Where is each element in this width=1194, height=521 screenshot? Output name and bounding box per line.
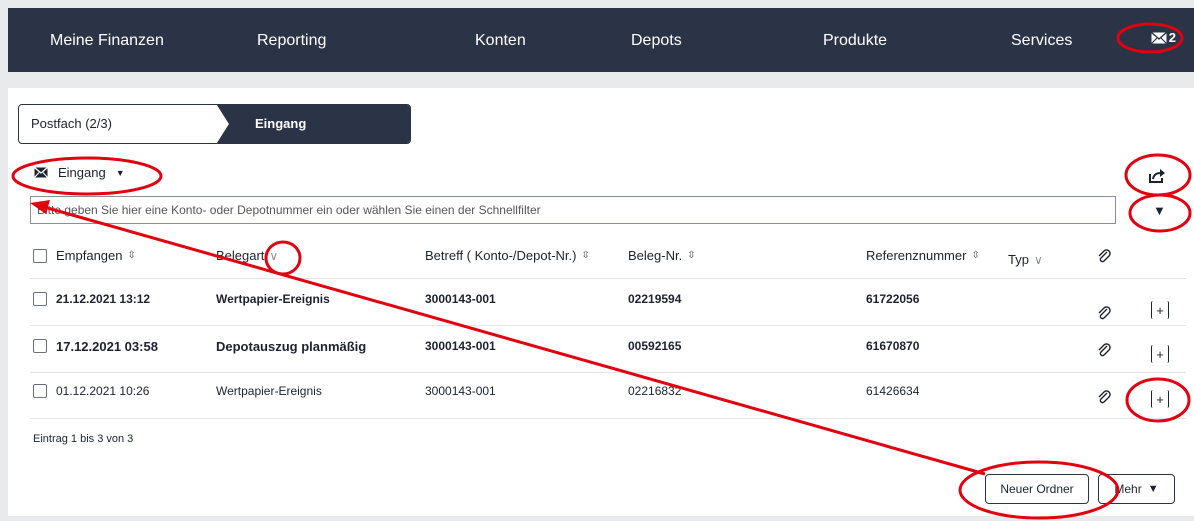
cell-beleg-nr: 02219594 [628, 292, 682, 306]
cell-belegart: Wertpapier-Ereignis [216, 384, 322, 398]
cell-referenz: 61670870 [866, 339, 920, 353]
row-checkbox[interactable] [33, 384, 47, 398]
quickfilter-toggle-icon[interactable]: ▼ [1153, 203, 1166, 218]
row-divider [30, 418, 1186, 419]
expand-row-button[interactable]: + [1151, 345, 1169, 363]
folder-label: Eingang [58, 165, 106, 180]
breadcrumb-postfach[interactable]: Postfach (2/3) [19, 105, 219, 143]
mailbox-button[interactable]: 2 [1150, 30, 1176, 45]
row-checkbox[interactable] [33, 292, 47, 306]
sort-icon: ⇳ [687, 250, 696, 261]
new-folder-button[interactable]: Neuer Ordner [985, 474, 1089, 504]
sort-icon: ⇳ [581, 250, 590, 261]
paperclip-icon [1098, 249, 1111, 263]
header-typ[interactable]: Typ ∨ [1008, 252, 1043, 267]
cell-beleg-nr: 00592165 [628, 339, 682, 353]
row-divider [30, 372, 1186, 373]
header-referenz[interactable]: Referenznummer ⇳ [866, 248, 980, 263]
header-beleg-nr[interactable]: Beleg-Nr. ⇳ [628, 248, 696, 263]
nav-services[interactable]: Services [1011, 32, 1072, 50]
breadcrumb-eingang: Eingang [209, 105, 410, 143]
paperclip-icon[interactable] [1097, 342, 1111, 358]
row-divider [30, 325, 1186, 326]
caret-down-icon: ▼ [115, 167, 125, 178]
cell-betreff: 3000143-001 [425, 384, 496, 398]
mail-count-badge: 2 [1168, 30, 1176, 45]
cell-received: 21.12.2021 13:12 [56, 292, 151, 306]
row-divider [30, 278, 1186, 279]
filter-input[interactable] [31, 197, 1115, 223]
cell-referenz: 61722056 [866, 292, 920, 306]
nav-reporting[interactable]: Reporting [257, 32, 326, 50]
share-icon[interactable] [1148, 168, 1166, 184]
cell-received: 01.12.2021 10:26 [56, 384, 150, 398]
expand-row-button[interactable]: + [1151, 301, 1169, 319]
sort-icon: ⇳ [127, 250, 136, 261]
cell-beleg-nr: 02216832 [628, 384, 682, 398]
header-belegart[interactable]: Belegart ∨ [216, 248, 278, 263]
chevron-down-icon: ∨ [1033, 252, 1043, 267]
folder-selector[interactable]: Eingang ▼ [34, 165, 125, 180]
envelope-icon [1150, 31, 1167, 44]
nav-konten[interactable]: Konten [475, 32, 526, 50]
select-all-checkbox[interactable] [33, 248, 47, 263]
row-checkbox[interactable] [33, 339, 47, 353]
top-navigation: Meine Finanzen Reporting Konten Depots P… [8, 8, 1194, 72]
cell-referenz: 61426634 [866, 384, 920, 398]
caret-down-icon: ▼ [1147, 483, 1159, 495]
sort-icon: ⇳ [971, 250, 980, 261]
filter-search-bar [30, 196, 1116, 224]
cell-belegart: Depotauszug planmäßig [216, 339, 367, 354]
paperclip-icon[interactable] [1097, 305, 1111, 321]
paperclip-icon[interactable] [1097, 389, 1111, 405]
entry-count: Eintrag 1 bis 3 von 3 [33, 433, 134, 445]
breadcrumb-arrow-icon [207, 105, 231, 143]
nav-meine-finanzen[interactable]: Meine Finanzen [50, 32, 164, 50]
chevron-down-icon[interactable]: ∨ [269, 249, 278, 263]
cell-received: 17.12.2021 03:58 [56, 339, 158, 354]
breadcrumb: Postfach (2/3) Eingang [18, 104, 411, 144]
header-betreff[interactable]: Betreff ( Konto-/Depot-Nr.) ⇳ [425, 248, 590, 263]
content-panel [8, 88, 1194, 516]
more-button[interactable]: Mehr ▼ [1098, 474, 1175, 504]
cell-betreff: 3000143-001 [425, 339, 496, 353]
expand-row-button[interactable]: + [1151, 390, 1169, 408]
nav-produkte[interactable]: Produkte [823, 32, 887, 50]
cell-belegart: Wertpapier-Ereignis [216, 292, 330, 306]
nav-depots[interactable]: Depots [631, 32, 682, 50]
header-received[interactable]: Empfangen ⇳ [33, 248, 136, 263]
envelope-icon [34, 167, 48, 178]
cell-betreff: 3000143-001 [425, 292, 496, 306]
